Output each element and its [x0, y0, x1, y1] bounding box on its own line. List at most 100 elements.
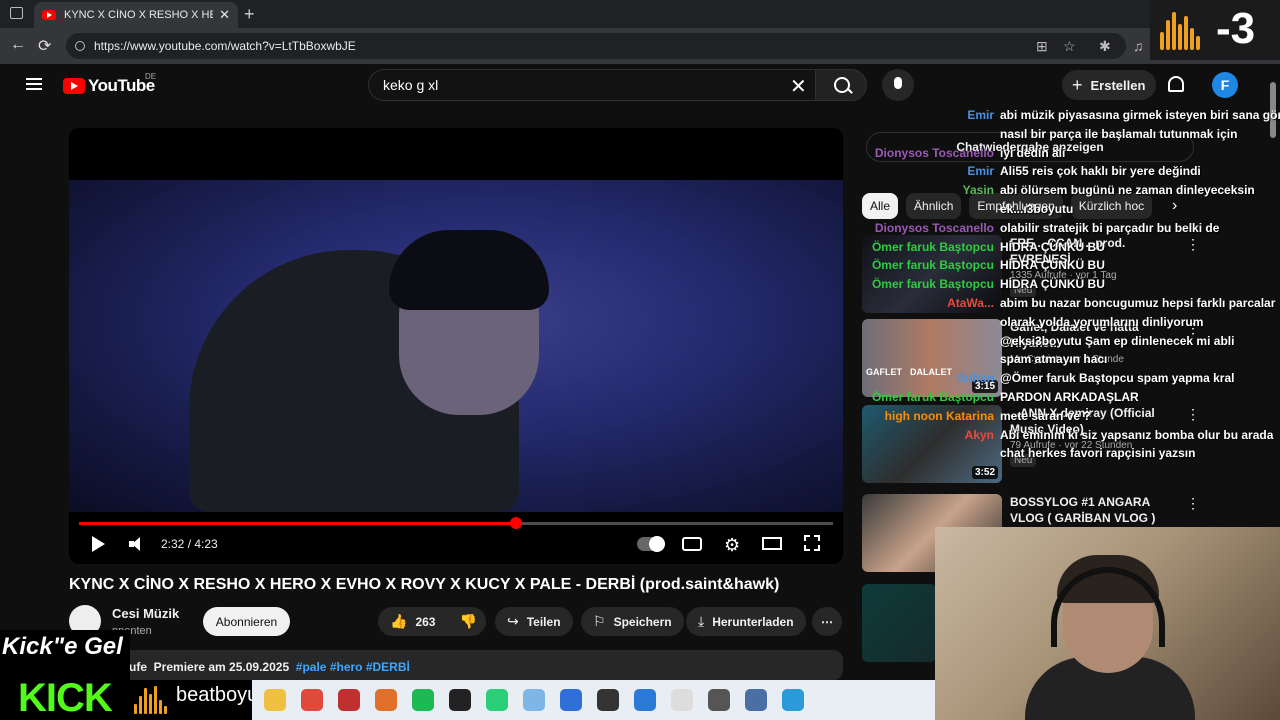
chat-message: Emir abi müzik piyasasına girmek isteyen … — [860, 108, 1280, 127]
obs-icon[interactable] — [597, 689, 619, 711]
chat-message: Yasin abi ölürsem bugünü ne zaman dinleye… — [860, 183, 1280, 202]
audio-bar — [154, 686, 157, 714]
settings-gear-icon[interactable]: ⚙ — [724, 535, 740, 556]
folder-icon[interactable] — [264, 689, 286, 711]
chat-text: iyi dedin ali — [1000, 145, 1066, 160]
progress-bar[interactable] — [79, 517, 833, 529]
play-icon[interactable] — [92, 536, 105, 552]
chat-message: olarak yolda yorumlarını dinliyorum — [860, 315, 1280, 334]
site-info-icon[interactable] — [75, 41, 85, 51]
chat-text: Ali55 reis çok haklı bir yere değindi — [1000, 164, 1201, 179]
kebab-menu-icon[interactable]: ⋮ — [1186, 495, 1200, 512]
chat-text: olarak yolda yorumlarını dinliyorum — [1000, 314, 1204, 329]
chat-message: Akyn Abi eminim ki siz yapsanız bomba olu… — [860, 428, 1280, 447]
spotify-icon[interactable] — [412, 689, 434, 711]
chat-username: Ömer faruk Baştopcu — [871, 277, 994, 292]
firefox-icon[interactable] — [375, 689, 397, 711]
favorite-icon[interactable]: ☆ — [1063, 38, 1076, 55]
clear-search-icon[interactable]: ✕ — [790, 74, 807, 99]
kick-cta-text: Kick"e Gel — [2, 633, 123, 660]
video-thumbnail[interactable] — [862, 584, 936, 662]
chat-username: Ömer faruk Baştopcu — [871, 258, 994, 273]
pycharm-icon[interactable] — [486, 689, 508, 711]
chat-text: spam atmayın hacı — [1000, 352, 1108, 367]
close-tab-icon[interactable]: ✕ — [219, 7, 230, 23]
youtube-logo-icon — [63, 78, 85, 94]
extensions-icon[interactable]: ✱ — [1099, 38, 1111, 55]
kick-logo: KICK — [18, 676, 113, 720]
calc-icon[interactable] — [745, 689, 767, 711]
window-menu-icon[interactable] — [10, 7, 23, 19]
git-icon[interactable] — [338, 689, 360, 711]
video-frame — [69, 180, 843, 512]
file-icon[interactable] — [671, 689, 693, 711]
new-tab-icon[interactable]: + — [244, 4, 255, 25]
search-input[interactable]: keko g xl — [368, 69, 816, 101]
audio-bar — [164, 706, 167, 714]
chat-username: AtaWa... — [947, 296, 994, 310]
chat-text: abim bu nazar boncugumuz hepsi farklı pa… — [1000, 296, 1276, 310]
search-value: keko g xl — [383, 77, 439, 93]
create-button[interactable]: + Erstellen — [1062, 70, 1156, 100]
note-icon[interactable] — [523, 689, 545, 711]
clock-icon[interactable] — [708, 689, 730, 711]
menu-icon[interactable] — [26, 78, 42, 90]
chat-username: Dionysos Toscanello — [874, 145, 994, 160]
description-box[interactable]: ufe Premiere am 25.09.2025 #pale #hero #… — [69, 650, 843, 680]
reload-icon[interactable]: ⟳ — [38, 36, 51, 56]
search-icon[interactable] — [815, 69, 867, 101]
more-icon: ⋯ — [821, 614, 833, 629]
chrome-icon[interactable] — [301, 689, 323, 711]
browser-tab[interactable]: KYNC X CİNO X RESHO X HERO X ✕ — [34, 2, 238, 28]
chat-username: high noon Katarina — [884, 408, 994, 423]
thumbs-down-icon[interactable]: 👎 — [459, 613, 476, 630]
chat-message: Sultan @Ömer faruk Baştopcu spam yapma kr… — [860, 371, 1280, 390]
chat-overlay: Emir abi müzik piyasasına girmek isteyen … — [860, 108, 1280, 468]
save-button[interactable]: ⚐ Speichern — [581, 607, 684, 636]
rec-title: BOSSYLOG #1 ANGARA VLOG ( GARİBAN VLOG ) — [1010, 495, 1156, 525]
theater-mode-icon[interactable] — [762, 537, 782, 550]
apps-icon[interactable]: ⊞ — [1036, 38, 1048, 55]
subtitles-icon[interactable] — [682, 537, 702, 551]
youtube-logo[interactable]: YouTube DE — [63, 72, 156, 96]
channel-name[interactable]: Cesi Müzik — [112, 606, 179, 621]
media-icon[interactable]: ♫ — [1133, 38, 1144, 54]
share-button[interactable]: ↪ Teilen — [495, 607, 573, 636]
chat-text: ek...ı3boyutu — [1000, 202, 1074, 216]
audio-bar — [1178, 24, 1182, 50]
chat-text: HİDRA ÇÜNKÜ BU — [1000, 239, 1105, 254]
description-tags[interactable]: #pale #hero #DERBİ — [296, 660, 410, 674]
video-player[interactable]: 2:32 / 4:23 ⚙ — [69, 128, 843, 564]
volume-icon[interactable] — [129, 537, 145, 551]
subscribe-button[interactable]: Abonnieren — [203, 607, 290, 636]
like-count: 263 — [415, 614, 436, 629]
autoplay-toggle[interactable] — [637, 536, 665, 552]
audio-bar — [1196, 36, 1200, 50]
chat-username: Akyn — [964, 427, 994, 442]
progress-fill — [79, 522, 517, 525]
chat-message: Ömer faruk Baştopcu HİDRA ÇÜNKÜ BU — [860, 240, 1280, 259]
download-label: Herunterladen — [712, 614, 794, 629]
vscode-icon[interactable] — [634, 689, 656, 711]
download-button[interactable]: ⤓ Herunterladen — [686, 607, 806, 636]
back-icon[interactable]: ← — [10, 36, 26, 54]
edge-icon[interactable] — [782, 689, 804, 711]
like-button[interactable]: 👍 263 👎 — [378, 607, 486, 636]
create-label: Erstellen — [1090, 77, 1146, 93]
chat-text: HİDRA ÇÜNKÜ BU — [1000, 258, 1105, 273]
shield-icon[interactable] — [560, 689, 582, 711]
notifications-icon[interactable] — [1168, 76, 1184, 92]
save-label: Speichern — [613, 614, 672, 629]
chat-text: mete saran ve ? — [1000, 408, 1091, 423]
chat-message: Dionysos Toscanello iyi dedin ali — [860, 146, 1280, 165]
cmd-icon[interactable] — [449, 689, 471, 711]
address-bar[interactable]: https://www.youtube.com/watch?v=LtTbBoxw… — [66, 33, 1126, 59]
fullscreen-icon[interactable] — [804, 535, 820, 551]
audio-bar — [149, 694, 152, 714]
microphone-icon[interactable] — [882, 69, 914, 101]
progress-scrubber[interactable] — [510, 517, 523, 529]
chat-message: spam atmayın hacı — [860, 352, 1280, 371]
account-avatar[interactable]: F — [1212, 72, 1238, 98]
video-subject-hair — [389, 230, 549, 310]
more-actions-button[interactable]: ⋯ — [812, 607, 842, 636]
